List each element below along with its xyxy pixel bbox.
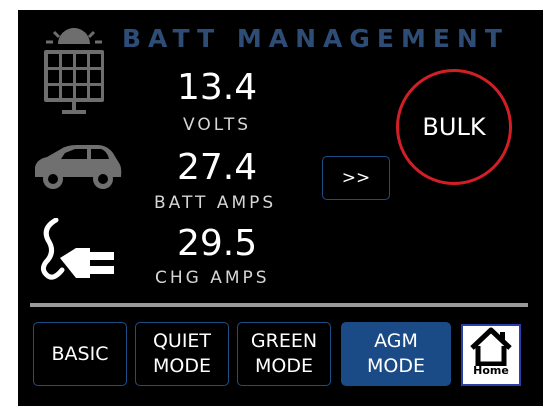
page-title: BATT MANAGEMENT [122, 24, 509, 53]
home-button[interactable]: Home [461, 324, 521, 386]
mode-agm-label-1: AGM [374, 330, 418, 352]
volts-value: 13.4 [177, 67, 258, 108]
chg-amps-value: 29.5 [177, 223, 258, 264]
divider [30, 303, 528, 307]
mode-quiet-label-2: MODE [153, 355, 211, 377]
mode-agm-label-2: MODE [367, 355, 425, 377]
mode-quiet-button[interactable]: QUIET MODE [135, 322, 229, 386]
volts-unit: VOLTS [183, 115, 252, 135]
mode-green-button[interactable]: GREEN MODE [237, 322, 331, 386]
mode-quiet-label-1: QUIET [152, 330, 212, 352]
batt-amps-unit: BATT AMPS [154, 193, 277, 213]
next-page-button[interactable]: >> [322, 156, 390, 200]
car-icon [35, 145, 122, 189]
charge-stage-indicator: BULK [396, 69, 512, 185]
chg-amps-unit: CHG AMPS [155, 268, 270, 288]
plug-icon [40, 218, 114, 280]
mode-basic-label: BASIC [51, 342, 109, 365]
home-icon [470, 327, 512, 366]
batt-amps-value: 27.4 [177, 147, 258, 188]
mode-agm-button[interactable]: AGM MODE [341, 322, 451, 386]
mode-basic-button[interactable]: BASIC [33, 322, 127, 386]
solar-panel-icon [44, 28, 104, 114]
mode-green-label-2: MODE [255, 355, 313, 377]
mode-green-label-1: GREEN [250, 330, 318, 352]
home-label: Home [473, 364, 509, 377]
